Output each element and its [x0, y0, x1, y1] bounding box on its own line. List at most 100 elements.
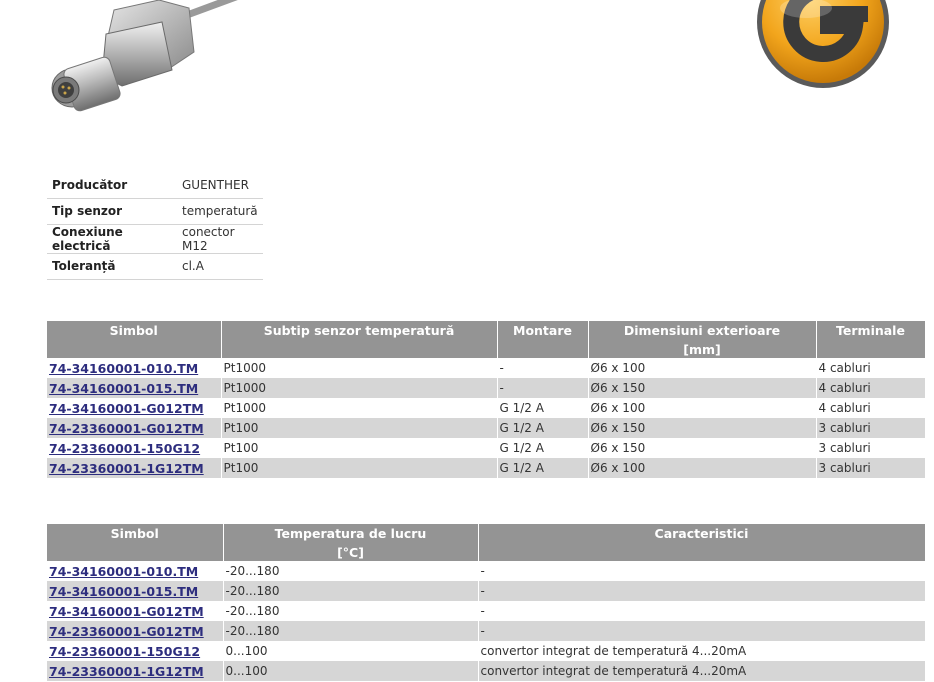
table-cell: -20...180	[223, 621, 479, 641]
column-header: Caracteristici	[478, 524, 926, 543]
table-row: 74-34160001-010.TM -20...180-	[47, 561, 926, 581]
table-cell: G 1/2 A	[497, 458, 589, 478]
symbol-cell: 74-23360001-150G12	[47, 438, 222, 458]
variants-table: Simbol Subtip senzor temperatură Montare Di…	[47, 321, 926, 478]
table-cell: Ø6 x 150	[588, 378, 817, 398]
table-cell: 0...100	[223, 641, 479, 661]
column-unit	[478, 543, 926, 561]
symbol-cell: 74-34160001-015.TM	[47, 581, 224, 601]
spec-label: Toleranță	[47, 253, 177, 280]
column-header: Terminale	[816, 321, 926, 340]
table-row: 74-34160001-015.TM -20...180-	[47, 581, 926, 601]
product-code-link[interactable]: 74-23360001-150G12	[49, 644, 200, 659]
symbol-cell: 74-34160001-015.TM	[47, 378, 222, 398]
table-cell: Pt100	[221, 418, 498, 438]
symbol-cell: 74-34160001-010.TM	[47, 561, 224, 581]
table-row: 74-34160001-010.TM Pt1000- Ø6 x 100 4 cablu…	[47, 358, 926, 378]
table-cell: 4 cabluri	[816, 398, 926, 418]
spec-row: Toleranță cl.A	[47, 253, 263, 280]
table-header-row: Simbol Temperatura de lucru Caracteristici	[47, 524, 926, 543]
symbol-cell: 74-23360001-1G12TM	[47, 661, 224, 681]
table-cell: G 1/2 A	[497, 418, 589, 438]
table-row: 74-23360001-1G12TM Pt100 G 1/2 A Ø6 x 100 3 …	[47, 458, 926, 478]
product-code-link[interactable]: 74-23360001-1G12TM	[49, 664, 204, 679]
table-row: 74-34160001-G012TM -20...180-	[47, 601, 926, 621]
spec-value: conector M12	[177, 224, 263, 254]
symbol-cell: 74-34160001-010.TM	[47, 358, 222, 378]
spec-value: cl.A	[177, 253, 263, 280]
table-cell: -	[497, 378, 589, 398]
product-code-link[interactable]: 74-23360001-150G12	[49, 441, 200, 456]
product-code-link[interactable]: 74-34160001-G012TM	[49, 401, 204, 416]
table-row: 74-23360001-G012TM -20...180-	[47, 621, 926, 641]
table-cell: 3 cabluri	[816, 438, 926, 458]
table-row: 74-23360001-150G12 0...100 convertor integ…	[47, 641, 926, 661]
table-row: 74-23360001-1G12TM 0...100 convertor integ…	[47, 661, 926, 681]
product-code-link[interactable]: 74-23360001-G012TM	[49, 624, 204, 639]
table-cell: Ø6 x 150	[588, 438, 817, 458]
product-code-link[interactable]: 74-34160001-010.TM	[49, 564, 198, 579]
spec-value: temperatură	[177, 198, 263, 225]
table-cell: -20...180	[223, 561, 479, 581]
symbol-cell: 74-23360001-150G12	[47, 641, 224, 661]
spec-label: Producător	[47, 172, 177, 199]
spec-row: Tip senzor temperatură	[47, 198, 263, 225]
symbol-cell: 74-23360001-G012TM	[47, 418, 222, 438]
characteristics-table: Simbol Temperatura de lucru Caracteristici…	[47, 524, 926, 681]
table-cell: G 1/2 A	[497, 398, 589, 418]
table-cell: -	[478, 561, 926, 581]
table-cell: -	[478, 581, 926, 601]
column-unit	[47, 543, 224, 561]
table-cell: Pt1000	[221, 378, 498, 398]
table-cell: -	[478, 621, 926, 641]
column-unit: [mm]	[588, 340, 817, 358]
table-cell: -	[478, 601, 926, 621]
spec-label: Conexiune electrică	[47, 224, 177, 254]
symbol-cell: 74-34160001-G012TM	[47, 601, 224, 621]
table-cell: 3 cabluri	[816, 458, 926, 478]
column-header: Simbol	[47, 321, 222, 340]
column-header: Dimensiuni exterioare	[588, 321, 817, 340]
product-code-link[interactable]: 74-34160001-015.TM	[49, 381, 198, 396]
table-cell: convertor integrat de temperatură 4...20…	[478, 661, 926, 681]
table-cell: Pt1000	[221, 358, 498, 378]
table-cell: -	[497, 358, 589, 378]
symbol-cell: 74-23360001-G012TM	[47, 621, 224, 641]
table-row: 74-34160001-G012TM Pt1000 G 1/2 A Ø6 x 100 4…	[47, 398, 926, 418]
table-cell: convertor integrat de temperatură 4...20…	[478, 641, 926, 661]
table-units-row: [°C]	[47, 543, 926, 561]
table-row: 74-23360001-G012TM Pt100 G 1/2 A Ø6 x 150 3 …	[47, 418, 926, 438]
spec-value: GUENTHER	[177, 172, 263, 199]
product-code-link[interactable]: 74-23360001-G012TM	[49, 421, 204, 436]
table-cell: Ø6 x 100	[588, 358, 817, 378]
table-cell: Pt100	[221, 458, 498, 478]
product-specs-table: Producător GUENTHER Tip senzor temperatură C…	[47, 172, 263, 280]
spec-row: Conexiune electrică conector M12	[47, 224, 263, 254]
product-image	[51, 0, 238, 112]
spec-label: Tip senzor	[47, 198, 177, 225]
table-cell: Ø6 x 100	[588, 458, 817, 478]
product-code-link[interactable]: 74-23360001-1G12TM	[49, 461, 204, 476]
table-cell: -20...180	[223, 601, 479, 621]
spec-row: Producător GUENTHER	[47, 172, 263, 199]
column-unit	[497, 340, 589, 358]
symbol-cell: 74-34160001-G012TM	[47, 398, 222, 418]
column-header: Subtip senzor temperatură	[221, 321, 498, 340]
product-code-link[interactable]: 74-34160001-G012TM	[49, 604, 204, 619]
table-cell: 4 cabluri	[816, 358, 926, 378]
product-code-link[interactable]: 74-34160001-015.TM	[49, 584, 198, 599]
table-units-row: [mm]	[47, 340, 926, 358]
table-cell: 3 cabluri	[816, 418, 926, 438]
column-unit: [°C]	[223, 543, 479, 561]
table-cell: 4 cabluri	[816, 378, 926, 398]
column-unit	[816, 340, 926, 358]
table-row: 74-34160001-015.TM Pt1000- Ø6 x 150 4 cablu…	[47, 378, 926, 398]
table-cell: Ø6 x 100	[588, 398, 817, 418]
column-header: Simbol	[47, 524, 224, 543]
product-code-link[interactable]: 74-34160001-010.TM	[49, 361, 198, 376]
brand-logo	[757, 0, 889, 88]
table-cell: 0...100	[223, 661, 479, 681]
table-cell: G 1/2 A	[497, 438, 589, 458]
table-cell: -20...180	[223, 581, 479, 601]
table-header-row: Simbol Subtip senzor temperatură Montare Di…	[47, 321, 926, 340]
